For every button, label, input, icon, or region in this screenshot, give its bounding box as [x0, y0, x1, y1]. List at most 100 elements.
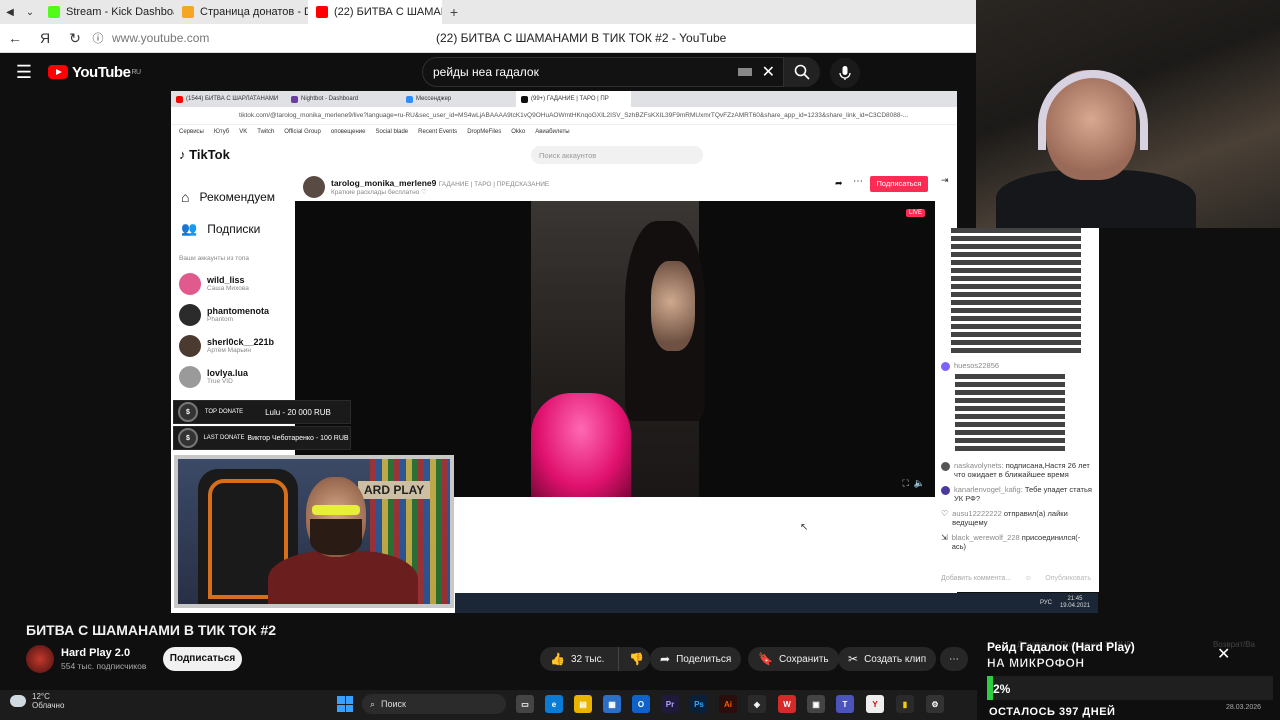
cloud-icon: [10, 695, 26, 707]
kick-icon: [48, 6, 60, 18]
streamer-tags: ГАДАНИЕ | ТАРО | ПРЕДСКАЗАНИЕ: [438, 181, 550, 188]
tiktok-icon: ♪: [179, 147, 186, 162]
inner-tab-label: Мессенджер: [416, 96, 452, 102]
illustrator-icon[interactable]: Ai: [719, 695, 737, 713]
dislike-button[interactable]: 👎: [618, 647, 650, 671]
avatar: [941, 462, 950, 471]
save-button[interactable]: 🔖 Сохранить: [748, 647, 839, 671]
youtube-logo[interactable]: YouTube RU: [48, 64, 141, 81]
inner-lang: РУС: [1039, 600, 1052, 606]
settings-icon[interactable]: ⚙: [926, 695, 944, 713]
tiktok-logo: ♪ TikTok: [179, 147, 230, 162]
cursor-icon: ↖: [800, 522, 809, 533]
windows-start-icon[interactable]: [337, 696, 353, 712]
outlook-icon[interactable]: O: [632, 695, 650, 713]
chat-user: naskavolynets:: [954, 461, 1004, 470]
taskbar-search[interactable]: ⌕ Поиск: [362, 694, 506, 714]
chat-message: ♡ ausu12222222 отправил(а) лайки ведущему: [935, 506, 1099, 530]
clear-search-icon[interactable]: ✕: [762, 62, 775, 82]
share-button[interactable]: ➦ Поделиться: [650, 647, 742, 671]
taskbar-search-placeholder: Поиск: [381, 699, 406, 709]
menu-icon[interactable]: ☰: [0, 62, 48, 83]
avatar: [179, 272, 201, 295]
account-name: phantomenota: [207, 306, 269, 316]
streamer-desc: Краткие расклады бесплатно ♡: [331, 189, 427, 196]
inner-url-text: tiktok.com/@tarolog_monika_merlene9/live…: [239, 112, 909, 119]
coin-icon: $: [178, 428, 198, 448]
tiktok-account: wild_liss Саша Михова: [171, 268, 295, 299]
avatar: [179, 303, 201, 326]
premiere-icon[interactable]: Pr: [661, 695, 679, 713]
weather-widget[interactable]: 12°C Облачно: [10, 692, 64, 710]
search-icon: [794, 64, 810, 80]
new-tab-button[interactable]: +: [442, 4, 466, 20]
channel-name[interactable]: Hard Play 2.0: [61, 647, 130, 659]
bookmark: Twitch: [257, 129, 275, 135]
logo-text: YouTube: [72, 63, 131, 81]
search-button[interactable]: [784, 57, 820, 87]
account-name: sherl0ck__221b: [207, 337, 275, 347]
yandex-icon[interactable]: Я: [30, 30, 60, 46]
search-box: ✕: [422, 57, 784, 87]
wps-icon[interactable]: W: [778, 695, 796, 713]
hoodie: [268, 551, 418, 604]
inner-time: 21:45: [1067, 596, 1083, 602]
back-icon[interactable]: ←: [0, 30, 30, 46]
fullscreen-icon: ⛶: [902, 478, 909, 488]
inner-tab: (1544) БИТВА С ШАРЛАТАНАМИ: [171, 91, 286, 107]
teams-icon[interactable]: T: [836, 695, 854, 713]
chat-message: huesos22856: [935, 358, 1099, 374]
chat-user: ausu12222222: [952, 509, 1002, 518]
volume-icon: 🔈: [913, 478, 925, 488]
store-icon[interactable]: ▦: [603, 695, 621, 713]
share-icon: ➦: [835, 178, 843, 188]
chat-message: ⇲ black_werewolf_228 присоединился(-ась): [935, 530, 1099, 554]
goal-title: Рейд Гадалок (Hard Play): [987, 640, 1135, 654]
chevron-down-icon[interactable]: ⌄: [20, 7, 40, 18]
inner-taskbar: РУС 21:45 19.04.2021: [455, 593, 1098, 613]
url-field[interactable]: www.youtube.com: [106, 31, 426, 45]
goal-percent: 2%: [993, 682, 1011, 696]
account-sub: Артём Марьин: [207, 347, 251, 354]
voice-search-button[interactable]: [830, 58, 860, 88]
nav-label: Рекомендуем: [199, 190, 276, 204]
browser-tab[interactable]: Страница донатов - Donat: [174, 0, 308, 24]
browser-tab-active[interactable]: (22) БИТВА С ШАМАН 🔊 ✕: [308, 0, 442, 24]
app-icon[interactable]: ▣: [807, 695, 825, 713]
bookmark: VK: [239, 129, 248, 135]
yandex-browser-icon[interactable]: Y: [866, 695, 884, 713]
avatar: [179, 334, 201, 357]
browser-tab[interactable]: Stream - Kick Dashboard: [40, 0, 174, 24]
clip-label: Создать клип: [864, 653, 927, 665]
youtube-icon: [316, 6, 328, 18]
like-button[interactable]: 👍 32 тыс.: [540, 647, 618, 671]
channel-avatar[interactable]: [26, 645, 54, 673]
mute-icon[interactable]: ◀: [0, 7, 20, 18]
clip-button[interactable]: ✂ Создать клип: [838, 647, 937, 671]
keyboard-icon[interactable]: [737, 68, 752, 76]
app-icon[interactable]: ◈: [748, 695, 766, 713]
youtube-header: ☰ YouTube RU ✕: [0, 53, 976, 91]
edge-icon[interactable]: e: [545, 695, 563, 713]
goal-days-left: ОСТАЛОСЬ 397 ДНЕЙ: [989, 706, 1116, 718]
reload-icon[interactable]: ↻: [60, 30, 90, 47]
tab-label: Stream - Kick Dashboard: [66, 6, 174, 18]
task-view-icon[interactable]: ▭: [516, 695, 534, 713]
security-icon[interactable]: ⓘ: [90, 30, 106, 46]
more-actions-button[interactable]: ⋯: [940, 647, 968, 671]
tiktok-logo-text: TikTok: [189, 147, 230, 162]
tab-label: Страница донатов - Donat: [200, 6, 308, 18]
inner-bookmarks: Сервисы Ютуб VK Twitch Official Group оп…: [171, 125, 957, 139]
hard-play-sign: ARD PLAY: [358, 481, 431, 499]
close-icon[interactable]: ✕: [1217, 644, 1230, 664]
file-explorer-icon[interactable]: ▤: [574, 695, 592, 713]
nav-label: Подписки: [207, 222, 261, 236]
photoshop-icon[interactable]: Ps: [690, 695, 708, 713]
webcam-overlay: [976, 0, 1280, 228]
avatar: [179, 365, 201, 388]
bookmark: DropMeFiles: [467, 129, 502, 135]
app-icon[interactable]: ▮: [896, 695, 914, 713]
search-input[interactable]: [433, 65, 738, 79]
subscribe-button[interactable]: Подписаться: [163, 647, 242, 671]
bookmark: Okko: [511, 129, 526, 135]
